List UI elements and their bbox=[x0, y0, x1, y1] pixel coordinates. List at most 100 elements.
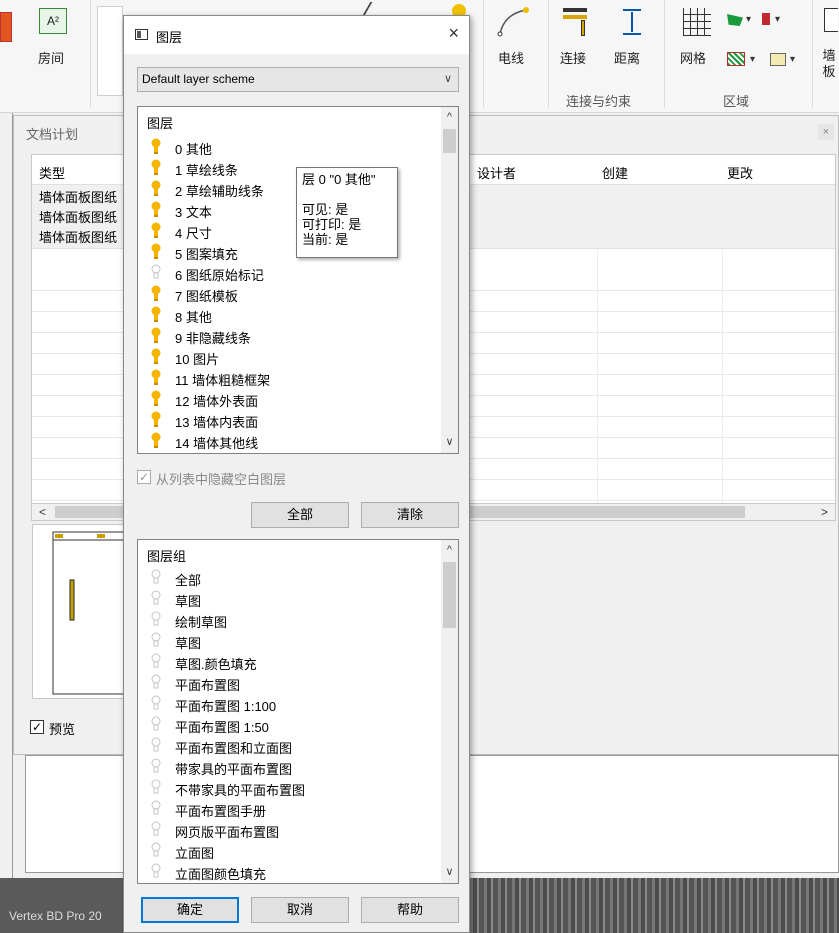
layer-list-header: 图层 bbox=[147, 116, 174, 131]
lightbulb-off-icon[interactable] bbox=[151, 264, 161, 281]
area-box-icon[interactable] bbox=[770, 53, 786, 66]
lightbulb-off-icon[interactable] bbox=[151, 779, 161, 796]
wall-tool-button[interactable]: 墙板 bbox=[818, 4, 839, 84]
distance-tool-button[interactable]: 距离 bbox=[612, 4, 652, 70]
layer-scheme-value: Default layer scheme bbox=[142, 72, 255, 86]
preview-label: 预览 bbox=[49, 722, 76, 737]
dialog-title: 图层 bbox=[156, 30, 183, 45]
ribbon-partial-tool[interactable] bbox=[97, 6, 123, 96]
lightbulb-off-icon[interactable] bbox=[151, 632, 161, 649]
layer-scheme-select[interactable]: Default layer scheme ∨ bbox=[137, 67, 459, 92]
lightbulb-icon[interactable] bbox=[151, 327, 161, 344]
scroll-left-icon[interactable]: < bbox=[34, 504, 51, 521]
close-icon[interactable]: × bbox=[818, 124, 834, 140]
tooltip-layer-name: 层 0 "0 其他" bbox=[302, 172, 376, 187]
lightbulb-off-icon[interactable] bbox=[151, 674, 161, 691]
scroll-right-icon[interactable]: > bbox=[816, 504, 833, 521]
lightbulb-off-icon[interactable] bbox=[151, 758, 161, 775]
lightbulb-icon[interactable] bbox=[151, 432, 161, 449]
lightbulb-icon[interactable] bbox=[151, 138, 161, 155]
lightbulb-icon[interactable] bbox=[151, 285, 161, 302]
wire-icon bbox=[497, 7, 529, 37]
lightbulb-icon[interactable] bbox=[151, 159, 161, 176]
lightbulb-icon[interactable] bbox=[151, 411, 161, 428]
hide-empty-layers-checkbox[interactable]: ✓ bbox=[137, 470, 151, 484]
connect-label: 连接 bbox=[560, 51, 587, 66]
wire-tool-button[interactable]: 电线 bbox=[492, 4, 536, 70]
grid-tool-button[interactable]: 网格 bbox=[678, 4, 718, 70]
area-pattern-icon[interactable] bbox=[727, 52, 745, 66]
lightbulb-icon[interactable] bbox=[151, 180, 161, 197]
lightbulb-off-icon[interactable] bbox=[151, 821, 161, 838]
lightbulb-off-icon[interactable] bbox=[151, 653, 161, 670]
chevron-down-icon[interactable]: ▾ bbox=[775, 14, 780, 25]
ok-button[interactable]: 确定 bbox=[141, 897, 239, 923]
lightbulb-off-icon[interactable] bbox=[151, 590, 161, 607]
all-button[interactable]: 全部 bbox=[251, 502, 349, 528]
scroll-down-icon[interactable]: ∨ bbox=[441, 434, 458, 451]
column-header-designer[interactable]: 设计者 bbox=[477, 163, 516, 182]
layer-label: 9 非隐藏线条 bbox=[175, 331, 251, 346]
scroll-up-icon[interactable]: ^ bbox=[441, 542, 458, 559]
layer-label: 7 图纸模板 bbox=[175, 289, 238, 304]
lightbulb-icon[interactable] bbox=[151, 306, 161, 323]
scroll-down-icon[interactable]: ∨ bbox=[441, 864, 458, 881]
layer-list[interactable]: 图层 0 其他 1 草绘线条 2 草绘辅助线条 3 文本 4 尺寸 5 图案填充… bbox=[137, 106, 459, 454]
column-header-created[interactable]: 创建 bbox=[602, 163, 628, 182]
help-button[interactable]: 帮助 bbox=[361, 897, 459, 923]
status-pattern bbox=[470, 878, 839, 933]
distance-label: 距离 bbox=[614, 51, 641, 66]
ribbon-cut-tool[interactable] bbox=[0, 6, 16, 66]
clear-button[interactable]: 清除 bbox=[361, 502, 459, 528]
close-icon[interactable]: × bbox=[448, 23, 459, 44]
layer-group-list[interactable]: 图层组 全部 草图 绘制草图 草图 草图.颜色填充 平面布置图 平面布置图 1:… bbox=[137, 539, 459, 884]
layer-group-label: 平面布置图手册 bbox=[175, 804, 267, 819]
vertical-scrollbar[interactable]: ^ ∨ bbox=[441, 107, 458, 453]
room-label: 房间 bbox=[38, 51, 65, 66]
table-cell-type: 墙体面板图纸 bbox=[39, 190, 118, 205]
lightbulb-off-icon[interactable] bbox=[151, 863, 161, 880]
layer-group-label: 草图 bbox=[175, 594, 202, 609]
scrollbar-thumb[interactable] bbox=[443, 562, 456, 628]
lightbulb-off-icon[interactable] bbox=[151, 716, 161, 733]
scroll-up-icon[interactable]: ^ bbox=[441, 109, 458, 126]
chevron-down-icon[interactable]: ▾ bbox=[746, 14, 751, 25]
preview-checkbox[interactable]: ✓ bbox=[30, 720, 44, 734]
group-label-connect: 连接与约束 bbox=[566, 94, 632, 109]
ribbon-separator bbox=[812, 0, 813, 108]
dialog-titlebar[interactable]: 图层 × bbox=[124, 16, 469, 54]
connect-icon bbox=[563, 6, 593, 36]
ribbon-separator bbox=[664, 0, 665, 108]
lightbulb-off-icon[interactable] bbox=[151, 695, 161, 712]
ribbon-separator bbox=[548, 0, 549, 108]
layer-label: 13 墙体内表面 bbox=[175, 415, 259, 430]
layer-label: 12 墙体外表面 bbox=[175, 394, 259, 409]
lightbulb-off-icon[interactable] bbox=[151, 611, 161, 628]
area-red-icon[interactable] bbox=[762, 13, 770, 25]
table-cell-type: 墙体面板图纸 bbox=[39, 210, 118, 225]
lightbulb-off-icon[interactable] bbox=[151, 800, 161, 817]
area-green-icon[interactable] bbox=[727, 14, 743, 26]
column-header-modified[interactable]: 更改 bbox=[727, 163, 753, 182]
lightbulb-icon[interactable] bbox=[151, 201, 161, 218]
lightbulb-off-icon[interactable] bbox=[151, 737, 161, 754]
lightbulb-icon[interactable] bbox=[151, 348, 161, 365]
layer-label: 11 墙体粗糙框架 bbox=[175, 373, 271, 388]
chevron-down-icon[interactable]: ▾ bbox=[750, 54, 755, 65]
layer-label: 0 其他 bbox=[175, 142, 212, 157]
lightbulb-icon[interactable] bbox=[151, 390, 161, 407]
lightbulb-icon[interactable] bbox=[151, 222, 161, 239]
scrollbar-thumb[interactable] bbox=[443, 129, 456, 153]
chevron-down-icon[interactable]: ∨ bbox=[444, 68, 452, 91]
lightbulb-off-icon[interactable] bbox=[151, 569, 161, 586]
connect-tool-button[interactable]: 连接 bbox=[558, 4, 598, 70]
lightbulb-off-icon[interactable] bbox=[151, 842, 161, 859]
cancel-button[interactable]: 取消 bbox=[251, 897, 349, 923]
lightbulb-icon[interactable] bbox=[151, 369, 161, 386]
vertical-scrollbar[interactable]: ^ ∨ bbox=[441, 540, 458, 883]
room-tool-button[interactable]: A² 房间 bbox=[34, 4, 74, 70]
chevron-down-icon[interactable]: ▾ bbox=[790, 54, 795, 65]
layer-group-list-header: 图层组 bbox=[147, 549, 187, 564]
column-header-type[interactable]: 类型 bbox=[39, 163, 65, 182]
lightbulb-icon[interactable] bbox=[151, 243, 161, 260]
